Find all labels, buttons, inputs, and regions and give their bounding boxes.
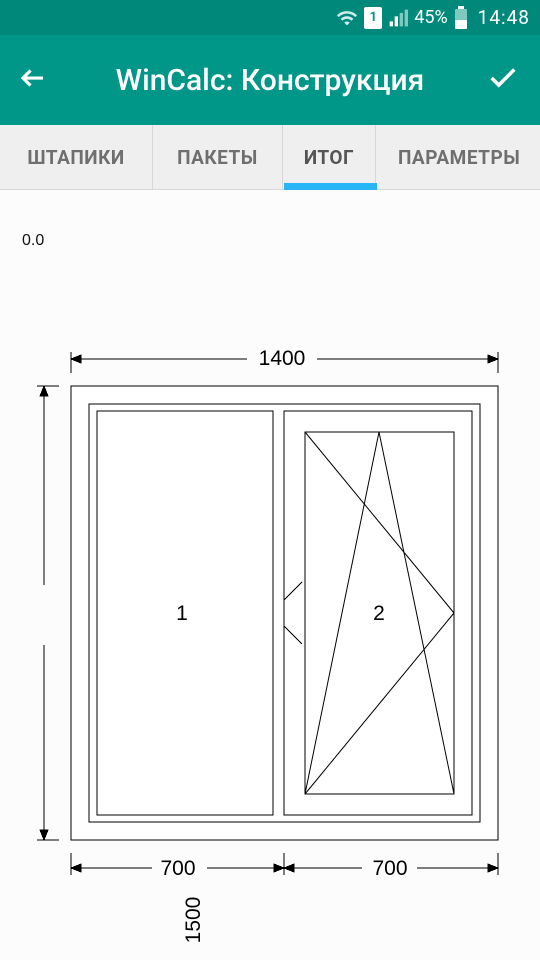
signal-icon <box>388 8 408 28</box>
svg-text:700: 700 <box>372 857 407 880</box>
svg-text:1: 1 <box>176 602 188 625</box>
drawing-canvas[interactable]: 0.0 1400 1500 <box>0 190 540 960</box>
status-bar: 1 45% 14:48 <box>0 0 540 35</box>
svg-text:700: 700 <box>160 857 195 880</box>
wifi-icon <box>336 7 358 29</box>
tab-bar: ШТАПИКИ ПАКЕТЫ ИТОГ ПАРАМЕТРЫ <box>0 125 540 190</box>
window-diagram: 1400 1500 <box>22 340 522 960</box>
app-bar: WinCalc: Конструкция <box>0 35 540 125</box>
battery-icon <box>454 6 468 30</box>
battery-percent: 45% <box>414 7 447 28</box>
back-button[interactable] <box>18 63 54 97</box>
tab-parametry[interactable]: ПАРАМЕТРЫ <box>376 125 540 189</box>
confirm-button[interactable] <box>486 61 522 99</box>
price-value: 0.0 <box>22 232 44 250</box>
svg-text:1500: 1500 <box>182 897 205 944</box>
tab-pakety[interactable]: ПАКЕТЫ <box>153 125 283 189</box>
sim-icon: 1 <box>364 7 382 29</box>
tab-active-indicator <box>284 183 377 190</box>
svg-text:2: 2 <box>373 602 385 625</box>
tab-shtapiki[interactable]: ШТАПИКИ <box>0 125 153 189</box>
svg-text:1400: 1400 <box>259 347 306 370</box>
clock-label: 14:48 <box>478 6 530 29</box>
app-title: WinCalc: Конструкция <box>54 63 486 98</box>
tab-itog[interactable]: ИТОГ <box>283 125 376 189</box>
